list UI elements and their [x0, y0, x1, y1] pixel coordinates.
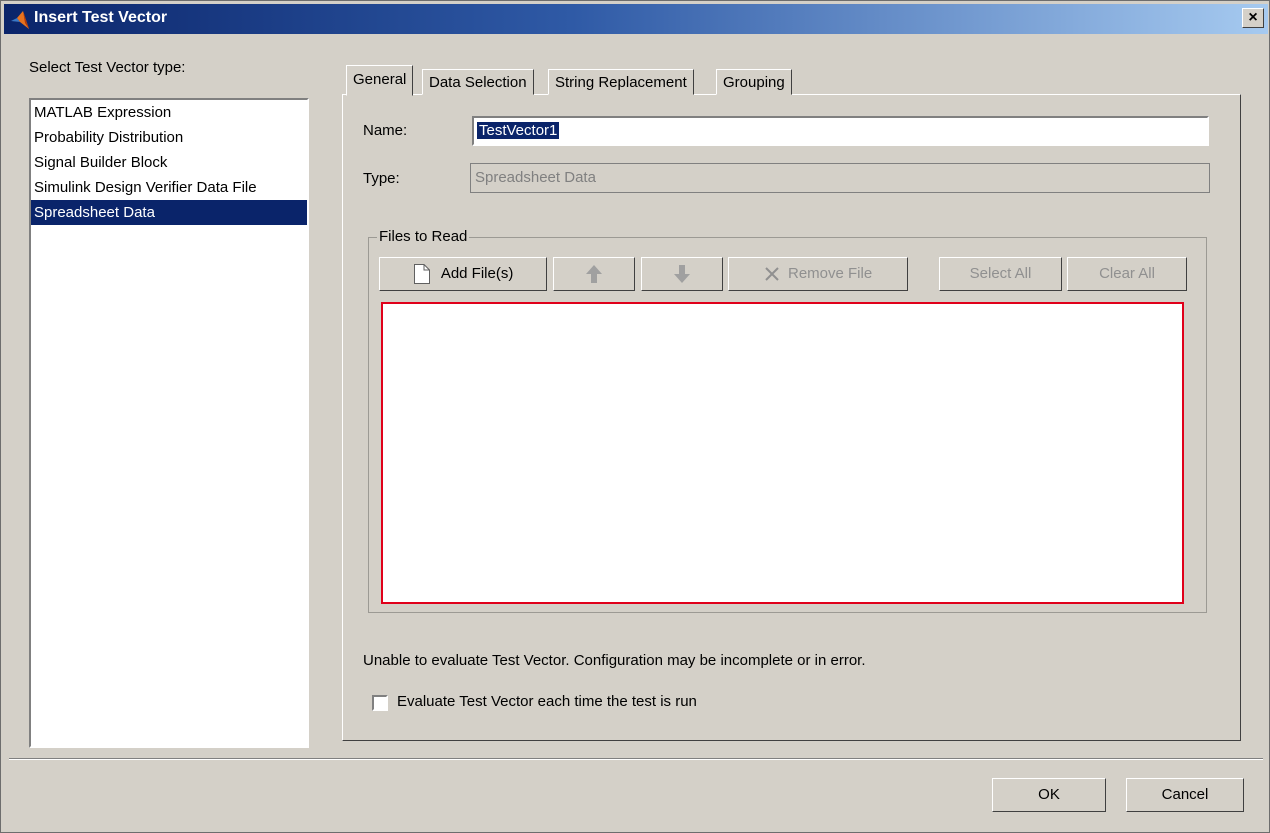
ok-button[interactable]: OK	[992, 778, 1106, 812]
type-item-probability-distribution[interactable]: Probability Distribution	[31, 125, 307, 150]
type-item-spreadsheet-data[interactable]: Spreadsheet Data	[31, 200, 307, 225]
type-item-signal-builder-block[interactable]: Signal Builder Block	[31, 150, 307, 175]
evaluate-each-run-checkbox[interactable]	[372, 695, 388, 711]
insert-test-vector-dialog: Insert Test Vector × Select Test Vector …	[0, 0, 1270, 833]
name-value: TestVector1	[477, 122, 560, 139]
type-item-sldv-data-file[interactable]: Simulink Design Verifier Data File	[31, 175, 307, 200]
files-to-read-legend: Files to Read	[377, 228, 470, 245]
type-field: Spreadsheet Data	[470, 163, 1210, 193]
test-vector-type-list[interactable]: MATLAB Expression Probability Distributi…	[29, 98, 309, 748]
tab-data-selection[interactable]: Data Selection	[422, 69, 534, 95]
name-label: Name:	[363, 122, 408, 139]
select-all-button[interactable]: Select All	[939, 257, 1062, 291]
tab-grouping[interactable]: Grouping	[716, 69, 792, 95]
files-list[interactable]	[381, 302, 1184, 604]
window-title: Insert Test Vector	[34, 9, 168, 26]
name-input[interactable]: TestVector1	[472, 116, 1209, 146]
select-type-label: Select Test Vector type:	[29, 59, 186, 76]
clear-all-button[interactable]: Clear All	[1067, 257, 1187, 291]
type-item-matlab-expression[interactable]: MATLAB Expression	[31, 100, 307, 125]
remove-file-button[interactable]: Remove File	[728, 257, 908, 291]
evaluate-each-run-label[interactable]: Evaluate Test Vector each time the test …	[397, 693, 697, 710]
matlab-logo-icon	[11, 11, 29, 29]
move-down-button[interactable]	[641, 257, 723, 291]
close-icon: ×	[1248, 9, 1258, 26]
remove-file-label: Remove File	[787, 265, 873, 282]
footer-separator	[9, 758, 1263, 760]
remove-x-icon	[765, 267, 779, 281]
tab-string-replacement[interactable]: String Replacement	[548, 69, 694, 95]
close-button[interactable]: ×	[1242, 8, 1264, 28]
file-icon	[413, 264, 430, 285]
add-files-label: Add File(s)	[440, 265, 514, 282]
move-up-button[interactable]	[553, 257, 635, 291]
error-message: Unable to evaluate Test Vector. Configur…	[363, 652, 866, 669]
type-label: Type:	[363, 170, 400, 187]
arrow-up-icon	[586, 265, 602, 284]
cancel-button[interactable]: Cancel	[1126, 778, 1244, 812]
arrow-down-icon	[674, 265, 690, 284]
title-bar[interactable]: Insert Test Vector ×	[4, 4, 1268, 34]
add-files-button[interactable]: Add File(s)	[379, 257, 547, 291]
tab-general[interactable]: General	[346, 65, 414, 96]
